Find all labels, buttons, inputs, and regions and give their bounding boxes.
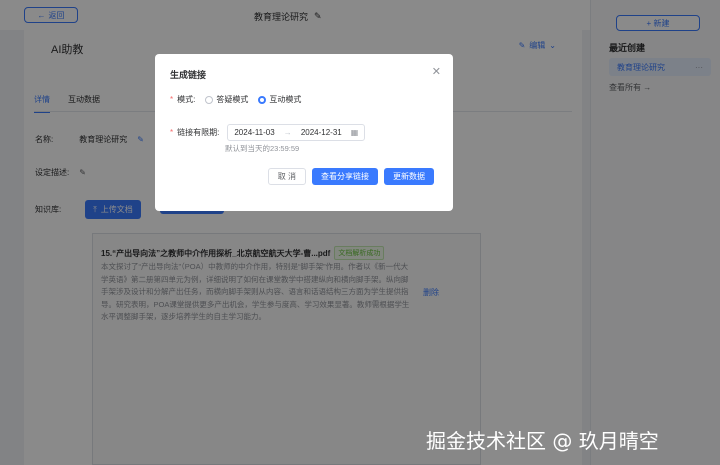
radio-qa-label: 答疑模式 bbox=[216, 95, 249, 104]
update-data-button[interactable]: 更新数据 bbox=[384, 168, 434, 185]
app-page: ← 返回 教育理论研究 ✎ AI助教 ✎ 编辑 ⌄ 详情 互动数据 名称: 教育… bbox=[0, 0, 720, 465]
mode-row: * 模式: 答疑模式 互动模式 bbox=[170, 94, 301, 105]
required-asterisk: * bbox=[170, 128, 174, 137]
close-icon[interactable]: ✕ bbox=[432, 65, 441, 78]
dialog-title: 生成链接 bbox=[170, 70, 207, 80]
radio-interactive-label: 互动模式 bbox=[269, 95, 302, 104]
cancel-button[interactable]: 取 消 bbox=[267, 168, 306, 185]
date-range-picker[interactable]: 2024-11-03 → 2024-12-31 ▦ bbox=[227, 124, 366, 141]
start-date[interactable]: 2024-11-03 bbox=[234, 128, 274, 137]
date-separator: → bbox=[283, 128, 292, 137]
view-share-link-button[interactable]: 查看分享链接 bbox=[312, 168, 378, 185]
period-row: * 链接有限期: 2024-11-03 → 2024-12-31 ▦ bbox=[170, 124, 366, 141]
dialog-actions: 取 消 查看分享链接 更新数据 bbox=[267, 168, 434, 185]
date-hint: 默认到当天的23:59:59 bbox=[225, 144, 300, 153]
generate-link-dialog: 生成链接 ✕ * 模式: 答疑模式 互动模式 * 链接有限期: 2024-11-… bbox=[155, 54, 453, 211]
radio-interactive-mode[interactable]: 互动模式 bbox=[258, 94, 301, 105]
calendar-icon: ▦ bbox=[350, 128, 359, 137]
required-asterisk: * bbox=[170, 95, 174, 104]
radio-checked-icon bbox=[258, 95, 267, 104]
end-date[interactable]: 2024-12-31 bbox=[301, 128, 342, 137]
radio-qa-mode[interactable]: 答疑模式 bbox=[205, 94, 248, 105]
radio-circle-icon bbox=[205, 95, 214, 104]
mode-label: 模式: bbox=[177, 95, 196, 104]
watermark: 掘金技术社区 @ 玖月晴空 bbox=[426, 429, 659, 453]
period-label: 链接有限期: bbox=[177, 128, 220, 137]
